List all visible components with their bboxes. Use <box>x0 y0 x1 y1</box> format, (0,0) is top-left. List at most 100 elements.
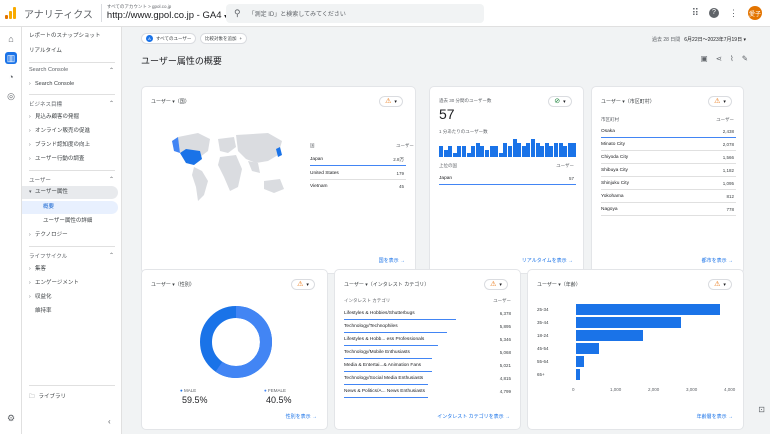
per-minute-bar <box>549 146 554 157</box>
property-name[interactable]: http://www.gpol.co.jp - GA4 ▾ <box>107 10 227 23</box>
nav-engagement[interactable]: › エンゲージメント <box>22 277 122 290</box>
help-icon[interactable]: ? <box>709 8 719 18</box>
card-title[interactable]: ユーザー ▾（性別） <box>151 281 195 288</box>
search-input[interactable]: ⚲ 「測定 ID」と検索してみてください <box>226 4 484 23</box>
view-countries-link[interactable]: 国を表示 → <box>379 257 405 264</box>
city-row-value: 812 <box>726 194 734 199</box>
reports-icon[interactable]: ▥ <box>5 52 17 64</box>
warning-badge[interactable]: ⚠ ▾ <box>708 96 732 107</box>
per-minute-bar <box>457 146 462 157</box>
x-tick-label: 2,000 <box>648 387 660 392</box>
per-minute-bar <box>572 142 577 157</box>
age-category-label: 65+ <box>537 372 545 377</box>
interest-row-label: Lifestyles & Hobb... ess Professionals <box>344 337 425 342</box>
city-row-label: Shibuya City <box>601 168 628 173</box>
home-icon[interactable]: ⌂ <box>5 33 17 45</box>
more-vert-icon[interactable]: ⋮ <box>729 8 738 19</box>
chevron-down-icon: ▾ <box>743 37 746 43</box>
nav-reports-snapshot[interactable]: レポートのスナップショット <box>22 30 122 43</box>
male-value: 59.5% <box>182 395 208 405</box>
check-circle-icon: ⊘ <box>554 98 561 105</box>
per-minute-bar <box>544 142 549 157</box>
section-user[interactable]: ユーザー ⌃ <box>22 176 122 184</box>
divider <box>29 62 115 63</box>
nav-leads[interactable]: › 見込み顧客の発掘 <box>22 111 122 124</box>
x-tick-label: 3,000 <box>686 387 698 392</box>
card-title[interactable]: ユーザー ▾（市区町村） <box>601 98 655 105</box>
property-selector[interactable]: すべてのアカウント > gpol.co.jp http://www.gpol.c… <box>107 4 227 23</box>
age-bar[interactable] <box>576 330 643 341</box>
nav-monetization[interactable]: › 収益化 <box>22 291 122 304</box>
nav-user-attributes[interactable]: ▾ ユーザー属性 <box>22 186 118 199</box>
per-minute-bar <box>535 142 540 157</box>
view-cities-link[interactable]: 都市を表示 → <box>702 257 733 264</box>
age-bar[interactable] <box>576 369 580 380</box>
nav-overview[interactable]: 概要 <box>22 201 118 214</box>
view-interest-link[interactable]: インタレスト カテゴリを表示 → <box>437 413 510 420</box>
section-lifecycle[interactable]: ライフサイクル ⌃ <box>22 252 122 260</box>
col-country: 国 <box>310 143 315 148</box>
nav-user-behavior[interactable]: › ユーザー行動の調査 <box>22 153 122 166</box>
warning-badge[interactable]: ⚠ ▾ <box>708 279 732 290</box>
interest-row-value: 4,815 <box>499 376 511 381</box>
per-minute-bar <box>554 142 558 157</box>
status-badge[interactable]: ⊘ ▾ <box>548 96 572 107</box>
chevron-down-icon: ▾ <box>723 281 726 288</box>
apps-grid-icon[interactable]: ⠿ <box>692 8 699 19</box>
explore-icon[interactable]: ◔ <box>5 71 17 83</box>
warning-badge[interactable]: ⚠ ▾ <box>291 279 315 290</box>
date-range-picker[interactable]: 過去 28 日間 6月22日～2023年7月19日 ▾ <box>652 36 746 43</box>
per-minute-bar <box>485 149 489 157</box>
card-title[interactable]: ユーザー ▾（国） <box>151 98 190 105</box>
edit-report-icon[interactable]: ▣ <box>701 54 708 63</box>
per-minute-bar <box>494 146 499 157</box>
age-bar[interactable] <box>576 304 721 315</box>
view-gender-link[interactable]: 性別を表示 → <box>286 413 317 420</box>
realtime-value: 57 <box>439 106 455 122</box>
view-age-link[interactable]: 年齢層を表示 → <box>697 413 733 420</box>
warning-badge[interactable]: ⚠ ▾ <box>379 96 403 107</box>
pencil-icon[interactable]: ✎ <box>742 54 748 63</box>
nav-technology[interactable]: › テクノロジー <box>22 229 122 242</box>
per-minute-bar <box>475 142 480 157</box>
male-legend: ● MALE <box>180 388 197 393</box>
realtime-card: 過去 30 分間のユーザー数 ⊘ ▾ 57 1 分あたりのユーザー数 上位の国 ユ… <box>429 86 584 274</box>
realtime-label: 過去 30 分間のユーザー数 <box>439 98 492 103</box>
nav-acquisition[interactable]: › 集客 <box>22 263 122 276</box>
advertising-icon[interactable]: ◎ <box>5 90 17 102</box>
nav-user-attributes-detail[interactable]: ユーザー属性の詳細 <box>22 215 122 228</box>
per-minute-bar <box>443 149 448 157</box>
nav-brand-awareness[interactable]: › ブランド認知度の向上 <box>22 139 122 152</box>
nav-online-sales[interactable]: › オンライン販売の促進 <box>22 125 122 138</box>
section-search-console[interactable]: Search Console ⌃ <box>22 67 122 74</box>
country-row-value: 2.8万 <box>393 157 404 162</box>
add-comparison-button[interactable]: 比較対象を追加 + <box>200 33 248 44</box>
insights-icon[interactable]: ⌇ <box>730 54 734 63</box>
share-icon[interactable]: ⋖ <box>716 54 722 63</box>
warning-badge[interactable]: ⚠ ▾ <box>484 279 508 290</box>
per-minute-bar <box>439 146 443 157</box>
interest-row-value: 4,799 <box>499 389 511 394</box>
nav-search-console[interactable]: › Search Console <box>22 78 122 91</box>
age-bar[interactable] <box>576 343 599 354</box>
age-card: ユーザー ▾（年齢） ⚠ ▾ 25-34 35-44 18-24 45-54 55-64 6… <box>527 269 744 430</box>
section-business-goals[interactable]: ビジネス目標 ⌃ <box>22 100 122 108</box>
nav-library[interactable]: 🗀 ライブラリ <box>22 391 122 404</box>
card-title[interactable]: ユーザー ▾（インタレスト カテゴリ） <box>344 281 429 288</box>
avatar[interactable]: 愛子 <box>748 6 762 20</box>
comparison-chip-all-users[interactable]: A すべてのユーザー <box>141 33 197 44</box>
age-bar[interactable] <box>576 356 584 367</box>
card-title[interactable]: ユーザー ▾（年齢） <box>537 281 581 288</box>
settings-gear-icon[interactable]: ⚙ <box>5 412 17 424</box>
nav-retention[interactable]: 維持率 <box>22 305 122 318</box>
view-realtime-link[interactable]: リアルタイムを表示 → <box>522 257 573 264</box>
feedback-icon[interactable]: ⊡ <box>758 405 765 414</box>
analytics-logo-icon[interactable] <box>5 7 17 19</box>
nav-realtime[interactable]: リアルタイム <box>22 45 122 58</box>
realtime-row-bar <box>439 184 576 185</box>
age-category-label: 18-24 <box>537 333 549 338</box>
collapse-nav-icon[interactable]: ‹ <box>108 417 111 426</box>
age-bar[interactable] <box>576 317 681 328</box>
col-top-country: 上位の国 <box>439 163 457 168</box>
city-row-label: Shinjuku City <box>601 181 629 186</box>
